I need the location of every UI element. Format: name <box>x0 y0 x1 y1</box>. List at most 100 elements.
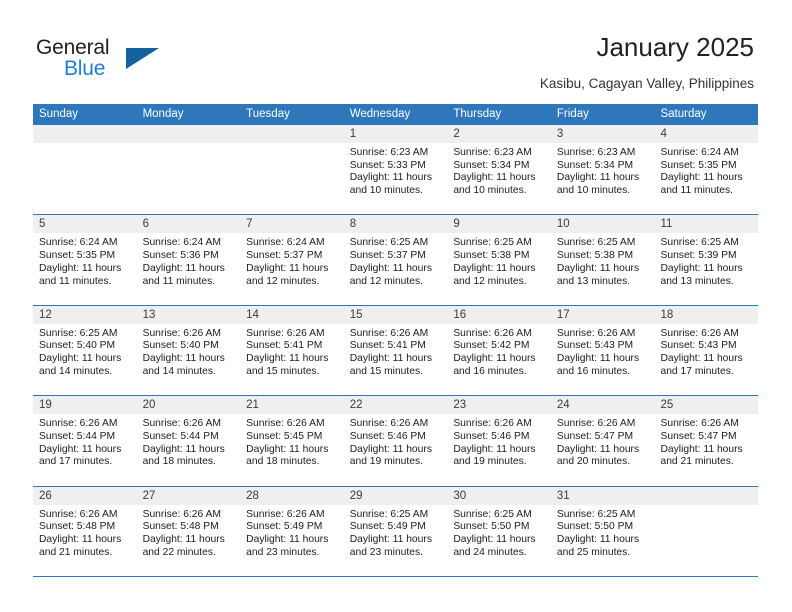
day-details: Sunrise: 6:23 AM Sunset: 5:34 PM Daylight:… <box>551 143 655 198</box>
daylight-text-line1: Daylight: 11 hours <box>660 172 743 184</box>
day-number-band: 5 <box>33 215 137 234</box>
weekday-wednesday: Wednesday <box>349 108 411 120</box>
daylight-text-line2: and 15 minutes. <box>349 365 424 377</box>
calendar-day-cell[interactable]: 7 Sunrise: 6:24 AM Sunset: 5:37 PM Daylight… <box>240 215 344 304</box>
day-number-band: 2 <box>447 125 551 143</box>
calendar-day-cell[interactable]: 26 Sunrise: 6:26 AM Sunset: 5:48 PM Dayligh… <box>33 486 137 576</box>
sunrise-text: Sunrise: 6:24 AM <box>246 237 325 249</box>
weekday-tuesday: Tuesday <box>246 108 290 120</box>
calendar-day-cell[interactable]: 23 Sunrise: 6:26 AM Sunset: 5:46 PM Dayligh… <box>447 396 551 485</box>
weekday-header-row: Sunday Monday Tuesday Wednesday Thursday… <box>33 104 758 125</box>
daylight-text-line1: Daylight: 11 hours <box>142 443 225 455</box>
sunrise-text: Sunrise: 6:26 AM <box>453 327 532 339</box>
calendar-day-cell[interactable]: 12 Sunrise: 6:25 AM Sunset: 5:40 PM Dayligh… <box>33 305 137 395</box>
day-details: Sunrise: 6:25 AM Sunset: 5:39 PM Daylight:… <box>654 233 758 288</box>
calendar-day-cell[interactable]: 1 Sunrise: 6:23 AM Sunset: 5:33 PM Daylight… <box>343 125 448 214</box>
calendar-day-cell[interactable]: 24 Sunrise: 6:26 AM Sunset: 5:47 PM Dayligh… <box>550 396 655 485</box>
sunset-text: Sunset: 5:43 PM <box>556 340 634 352</box>
sunrise-text: Sunrise: 6:25 AM <box>556 508 636 520</box>
day-number-band: 7 <box>240 215 344 234</box>
calendar-day-cell[interactable]: 2 Sunrise: 6:23 AM Sunset: 5:34 PM Daylight… <box>447 125 551 214</box>
day-details: Sunrise: 6:26 AM Sunset: 5:48 PM Daylight:… <box>137 505 241 560</box>
calendar-day-cell[interactable]: 8 Sunrise: 6:25 AM Sunset: 5:37 PM Daylight… <box>343 215 448 304</box>
sunrise-text: Sunrise: 6:24 AM <box>660 147 739 158</box>
calendar-day-cell[interactable]: 11 Sunrise: 6:25 AM Sunset: 5:39 PM Dayligh… <box>654 215 759 304</box>
calendar-day-cell[interactable]: 9 Sunrise: 6:25 AM Sunset: 5:38 PM Daylight… <box>447 215 551 304</box>
daylight-text-line2: and 24 minutes. <box>453 546 527 558</box>
calendar-day-cell[interactable]: 3 Sunrise: 6:23 AM Sunset: 5:34 PM Daylight… <box>550 125 655 214</box>
sunrise-text: Sunrise: 6:25 AM <box>349 508 429 520</box>
calendar-week-row: 5 Sunrise: 6:24 AM Sunset: 5:35 PM Daylight… <box>33 215 759 306</box>
calendar-day-cell[interactable]: 14 Sunrise: 6:26 AM Sunset: 5:41 PM Dayligh… <box>240 305 344 395</box>
day-details: Sunrise: 6:25 AM Sunset: 5:50 PM Daylight:… <box>447 505 551 560</box>
calendar-day-cell[interactable]: 13 Sunrise: 6:26 AM Sunset: 5:40 PM Dayligh… <box>136 305 241 395</box>
day-number-band: 18 <box>654 305 759 324</box>
sunset-text: Sunset: 5:47 PM <box>660 430 737 442</box>
sunset-text: Sunset: 5:48 PM <box>142 521 219 533</box>
day-number: 30 <box>453 489 467 502</box>
daylight-text-line2: and 17 minutes. <box>39 456 113 468</box>
day-number: 19 <box>39 399 52 412</box>
weekday-sunday: Sunday <box>39 108 79 120</box>
sunset-text: Sunset: 5:34 PM <box>556 159 634 171</box>
daylight-text-line1: Daylight: 11 hours <box>453 353 536 365</box>
day-details: Sunrise: 6:26 AM Sunset: 5:47 PM Daylight:… <box>551 414 655 469</box>
sunset-text: Sunset: 5:48 PM <box>39 521 116 533</box>
daylight-text-line2: and 12 minutes. <box>349 275 424 287</box>
day-number: 31 <box>556 489 570 502</box>
calendar-grid: Sunday Monday Tuesday Wednesday Thursday… <box>33 104 759 577</box>
calendar-day-cell[interactable]: 19 Sunrise: 6:26 AM Sunset: 5:44 PM Dayligh… <box>33 396 137 485</box>
day-number: 5 <box>39 218 46 231</box>
daylight-text-line2: and 11 minutes. <box>39 275 112 287</box>
daylight-text-line1: Daylight: 11 hours <box>453 262 536 274</box>
sunrise-text: Sunrise: 6:26 AM <box>453 418 532 430</box>
calendar-day-cell[interactable]: 22 Sunrise: 6:26 AM Sunset: 5:46 PM Dayligh… <box>343 396 448 485</box>
calendar-day-cell[interactable]: 5 Sunrise: 6:24 AM Sunset: 5:35 PM Daylight… <box>33 215 137 304</box>
calendar-day-cell[interactable]: 10 Sunrise: 6:25 AM Sunset: 5:38 PM Dayligh… <box>550 215 655 304</box>
day-number-band: 31 <box>550 486 655 505</box>
calendar-day-cell[interactable]: 17 Sunrise: 6:26 AM Sunset: 5:43 PM Dayligh… <box>550 305 655 395</box>
daylight-text-line2: and 21 minutes. <box>660 456 734 468</box>
day-number: 3 <box>556 128 564 140</box>
calendar-day-cell[interactable]: 28 Sunrise: 6:26 AM Sunset: 5:49 PM Dayligh… <box>240 486 344 576</box>
daylight-text-line2: and 25 minutes. <box>556 546 631 558</box>
calendar-day-cell[interactable]: 27 Sunrise: 6:26 AM Sunset: 5:48 PM Dayligh… <box>136 486 241 576</box>
sunrise-text: Sunrise: 6:26 AM <box>142 327 221 339</box>
calendar-week-row: 1 Sunrise: 6:23 AM Sunset: 5:33 PM Daylight… <box>33 125 759 216</box>
daylight-text-line1: Daylight: 11 hours <box>39 353 122 365</box>
day-number-band: 13 <box>136 305 241 324</box>
day-number: 14 <box>246 308 259 321</box>
calendar-page: General Blue January 2025 Kasibu, Cagaya… <box>0 0 792 612</box>
day-number-band: 16 <box>447 305 551 324</box>
calendar-day-cell[interactable]: 18 Sunrise: 6:26 AM Sunset: 5:43 PM Dayligh… <box>654 305 759 395</box>
sunset-text: Sunset: 5:46 PM <box>349 430 426 442</box>
daylight-text-line2: and 12 minutes. <box>453 275 527 287</box>
daylight-text-line2: and 12 minutes. <box>246 275 320 287</box>
calendar-day-cell[interactable]: 16 Sunrise: 6:26 AM Sunset: 5:42 PM Dayligh… <box>447 305 551 395</box>
calendar-day-cell[interactable]: 6 Sunrise: 6:24 AM Sunset: 5:36 PM Daylight… <box>136 215 241 304</box>
calendar-day-cell-empty <box>33 125 137 214</box>
calendar-day-cell[interactable]: 29 Sunrise: 6:25 AM Sunset: 5:49 PM Dayligh… <box>343 486 448 576</box>
calendar-week-row: 19 Sunrise: 6:26 AM Sunset: 5:44 PM Dayligh… <box>33 396 759 487</box>
calendar-day-cell[interactable]: 21 Sunrise: 6:26 AM Sunset: 5:45 PM Dayligh… <box>240 396 344 485</box>
daylight-text-line1: Daylight: 11 hours <box>556 533 640 545</box>
calendar-day-cell[interactable]: 31 Sunrise: 6:25 AM Sunset: 5:50 PM Dayligh… <box>550 486 655 576</box>
daylight-text-line2: and 23 minutes. <box>246 546 320 558</box>
calendar-day-cell[interactable]: 15 Sunrise: 6:26 AM Sunset: 5:41 PM Dayligh… <box>343 305 448 395</box>
calendar-day-cell[interactable]: 25 Sunrise: 6:26 AM Sunset: 5:47 PM Dayligh… <box>654 396 759 485</box>
day-number-band: 27 <box>136 486 241 505</box>
sunrise-text: Sunrise: 6:26 AM <box>556 418 636 430</box>
day-details: Sunrise: 6:26 AM Sunset: 5:46 PM Daylight:… <box>447 414 551 469</box>
sunrise-text: Sunrise: 6:25 AM <box>349 237 429 249</box>
generalblue-logo: General Blue <box>36 36 236 86</box>
sunset-text: Sunset: 5:45 PM <box>246 430 323 442</box>
day-number: 28 <box>246 489 259 502</box>
sunset-text: Sunset: 5:33 PM <box>349 159 426 171</box>
day-number: 18 <box>660 308 674 321</box>
calendar-day-cell[interactable]: 4 Sunrise: 6:24 AM Sunset: 5:35 PM Daylight… <box>654 125 759 214</box>
sunset-text: Sunset: 5:43 PM <box>660 340 737 352</box>
calendar-day-cell[interactable]: 20 Sunrise: 6:26 AM Sunset: 5:44 PM Dayligh… <box>136 396 241 485</box>
daylight-text-line2: and 10 minutes. <box>453 185 527 197</box>
calendar-day-cell[interactable]: 30 Sunrise: 6:25 AM Sunset: 5:50 PM Dayligh… <box>447 486 551 576</box>
sunset-text: Sunset: 5:38 PM <box>556 250 634 262</box>
